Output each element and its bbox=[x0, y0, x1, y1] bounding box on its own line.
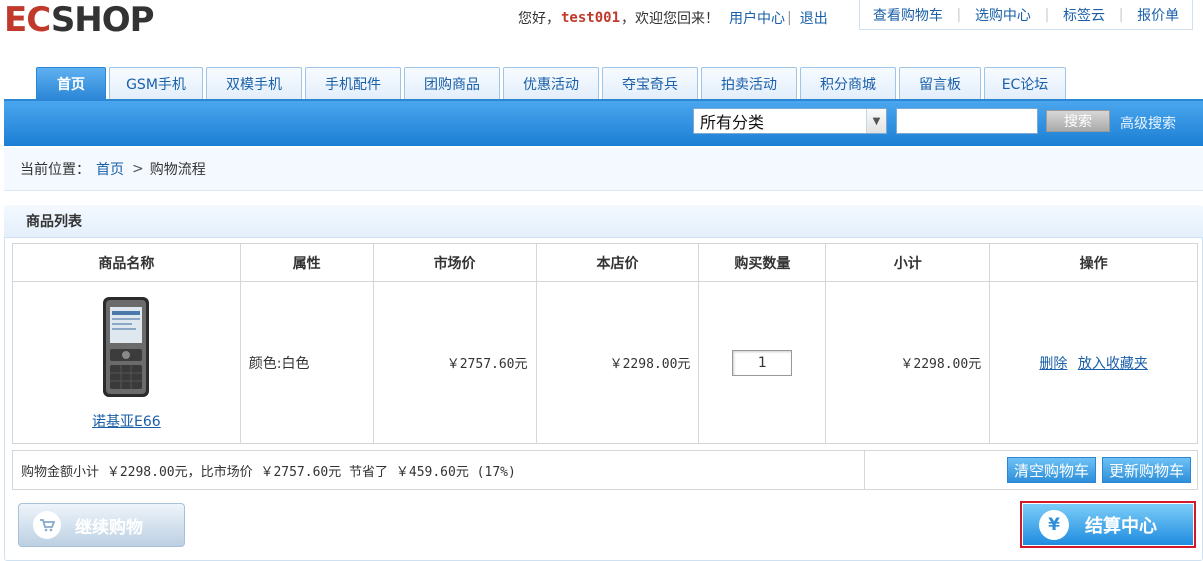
tab-group-buy[interactable]: 团购商品 bbox=[404, 67, 500, 100]
yen-icon: ¥ bbox=[1039, 509, 1069, 540]
tab-promotions[interactable]: 优惠活动 bbox=[503, 67, 599, 100]
panel-title: 商品列表 bbox=[4, 205, 1203, 238]
tag-cloud-link[interactable]: 标签云 bbox=[1063, 5, 1105, 25]
clear-cart-button[interactable]: 清空购物车 bbox=[1006, 457, 1096, 483]
breadcrumb-home-link[interactable]: 首页 bbox=[96, 159, 124, 179]
table-row: 诺基亚E66 颜色:白色 ￥2757.60元 ￥2298.00元 1 ￥2298… bbox=[12, 281, 1198, 444]
checkout-label: 结算中心 bbox=[1085, 515, 1157, 537]
checkout-button[interactable]: ¥ 结算中心 bbox=[1023, 504, 1193, 545]
separator: | bbox=[1118, 6, 1124, 23]
tab-forum[interactable]: EC论坛 bbox=[984, 67, 1066, 100]
site-logo[interactable]: ECSHOP bbox=[4, 0, 155, 40]
update-cart-button[interactable]: 更新购物车 bbox=[1101, 457, 1191, 483]
tab-treasure[interactable]: 夺宝奇兵 bbox=[602, 67, 698, 100]
col-header-attribute: 属性 bbox=[239, 243, 374, 282]
breadcrumb: 当前位置： 首页 > 购物流程 bbox=[4, 148, 1203, 191]
shop-price-cell: ￥2298.00元 bbox=[535, 281, 700, 444]
quantity-input[interactable]: 1 bbox=[732, 349, 793, 376]
search-button[interactable]: 搜索 bbox=[1046, 110, 1110, 132]
cart-icon bbox=[33, 511, 61, 539]
chevron-down-icon[interactable]: ▼ bbox=[866, 109, 886, 133]
top-links: 查看购物车 | 选购中心 | 标签云 | 报价单 bbox=[859, 0, 1193, 30]
product-image[interactable] bbox=[101, 295, 151, 399]
advanced-search-link[interactable]: 高级搜索 bbox=[1120, 113, 1176, 133]
shopping-center-link[interactable]: 选购中心 bbox=[975, 5, 1031, 25]
checkout-highlight: ¥ 结算中心 bbox=[1020, 501, 1196, 548]
continue-shopping-label: 继续购物 bbox=[75, 517, 143, 538]
logo-text-ec: EC bbox=[4, 0, 52, 40]
logo-text-shop: SHOP bbox=[50, 0, 155, 40]
col-header-shop-price: 本店价 bbox=[535, 243, 700, 282]
quote-list-link[interactable]: 报价单 bbox=[1137, 5, 1179, 25]
market-price-cell: ￥2757.60元 bbox=[372, 281, 537, 444]
tab-gsm[interactable]: GSM手机 bbox=[109, 67, 203, 100]
col-header-subtotal: 小计 bbox=[825, 243, 991, 282]
tab-home[interactable]: 首页 bbox=[36, 67, 106, 100]
divider: | bbox=[787, 10, 792, 26]
tab-auction[interactable]: 拍卖活动 bbox=[701, 67, 797, 100]
category-select[interactable]: 所有分类 ▼ bbox=[693, 108, 887, 134]
tab-accessories[interactable]: 手机配件 bbox=[305, 67, 401, 100]
tab-points-mall[interactable]: 积分商城 bbox=[800, 67, 896, 100]
user-center-link[interactable]: 用户中心 bbox=[729, 8, 785, 28]
breadcrumb-separator: > bbox=[132, 161, 144, 177]
summary-buttons: 清空购物车 更新购物车 bbox=[865, 457, 1197, 483]
view-cart-link[interactable]: 查看购物车 bbox=[873, 5, 943, 25]
username: test001 bbox=[561, 10, 621, 26]
subtotal-cell: ￥2298.00元 bbox=[825, 281, 991, 444]
breadcrumb-prefix: 当前位置： bbox=[20, 162, 90, 178]
search-input[interactable] bbox=[896, 108, 1038, 134]
main-nav: 首页 GSM手机 双模手机 手机配件 团购商品 优惠活动 夺宝奇兵 拍卖活动 积… bbox=[36, 67, 1066, 100]
product-cell: 诺基亚E66 bbox=[12, 281, 241, 444]
quantity-cell: 1 bbox=[698, 281, 827, 444]
attribute-cell: 颜色:白色 bbox=[239, 281, 374, 444]
welcome-back-text: ，欢迎您回来！ bbox=[621, 11, 720, 27]
separator: | bbox=[1044, 6, 1050, 23]
product-name-link[interactable]: 诺基亚E66 bbox=[92, 414, 161, 430]
col-header-quantity: 购买数量 bbox=[698, 243, 827, 282]
add-to-favorites-link[interactable]: 放入收藏夹 bbox=[1078, 356, 1148, 372]
breadcrumb-current: 购物流程 bbox=[149, 162, 206, 178]
continue-shopping-button[interactable]: 继续购物 bbox=[18, 503, 185, 547]
col-header-actions: 操作 bbox=[989, 243, 1198, 282]
delete-link[interactable]: 删除 bbox=[1039, 356, 1067, 372]
cart-summary: 购物金额小计 ￥2298.00元，比市场价 ￥2757.60元 节省了 ￥459… bbox=[12, 450, 1198, 490]
welcome-bar: 您好， test001 ，欢迎您回来！ 用户中心 | 退出 bbox=[518, 8, 828, 28]
tab-dual-mode[interactable]: 双模手机 bbox=[206, 67, 302, 100]
category-select-value: 所有分类 bbox=[700, 113, 765, 132]
cart-table: 商品名称 属性 市场价 本店价 购买数量 小计 操作 诺基亚E66 颜色:白色 … bbox=[12, 243, 1198, 444]
col-header-market-price: 市场价 bbox=[372, 243, 537, 282]
separator: | bbox=[956, 6, 962, 23]
summary-text: 购物金额小计 ￥2298.00元，比市场价 ￥2757.60元 节省了 ￥459… bbox=[13, 451, 865, 489]
actions-cell: 删除 放入收藏夹 bbox=[989, 281, 1198, 444]
col-header-name: 商品名称 bbox=[12, 243, 241, 282]
logout-link[interactable]: 退出 bbox=[800, 8, 828, 28]
tab-guestbook[interactable]: 留言板 bbox=[899, 67, 981, 100]
table-header-row: 商品名称 属性 市场价 本店价 购买数量 小计 操作 bbox=[12, 243, 1198, 282]
greeting-text: 您好， bbox=[518, 11, 560, 27]
